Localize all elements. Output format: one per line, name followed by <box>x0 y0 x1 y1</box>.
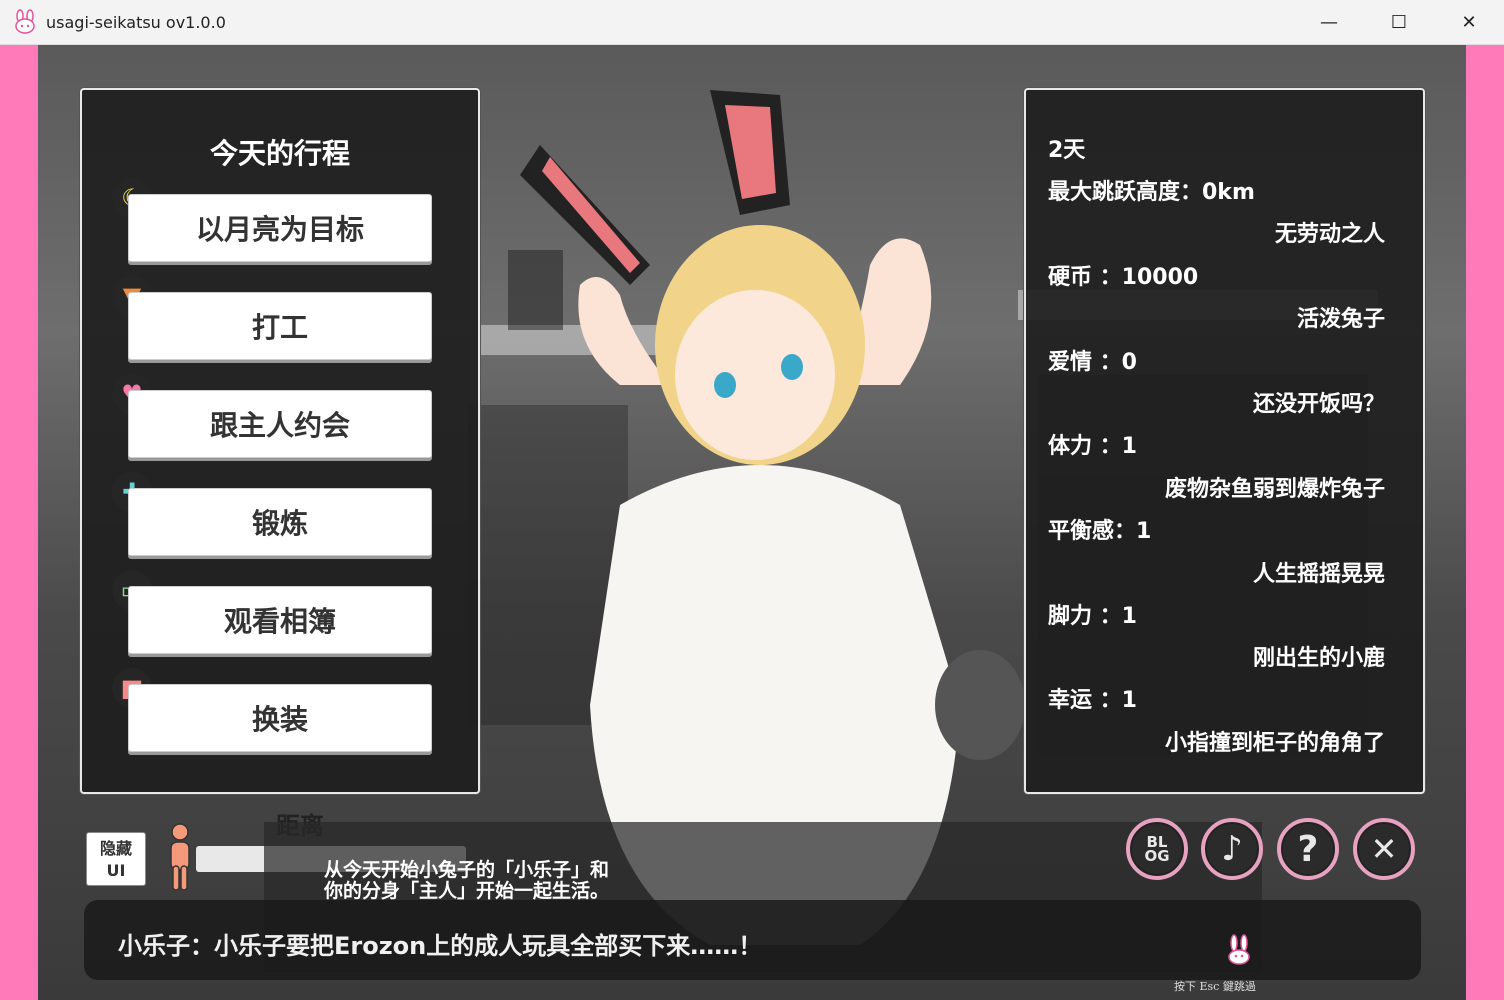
stat-leg-desc: 刚出生的小鹿 <box>1252 646 1385 671</box>
close-game-button[interactable]: ✕ <box>1353 818 1415 880</box>
stat-luck-desc: 小指撞到柜子的角角了 <box>1164 731 1385 756</box>
window-titlebar: usagi-seikatsu ov1.0.0 — ☐ ✕ <box>0 0 1504 45</box>
question-icon: ? <box>1297 828 1319 870</box>
music-button[interactable]: ♪ <box>1201 818 1263 880</box>
action-date-master-button[interactable]: 跟主人约会 <box>128 390 432 458</box>
action-aim-moon-button[interactable]: 以月亮为目标 <box>128 194 432 262</box>
stat-balance-desc: 人生摇摇晃晃 <box>1252 562 1385 587</box>
action-part-time-job-button[interactable]: 打工 <box>128 292 432 360</box>
action-change-outfit-button[interactable]: 换装 <box>128 684 432 752</box>
help-button[interactable]: ? <box>1277 818 1339 880</box>
skip-hint: 按下 Esc 鍵跳過 <box>1174 980 1256 993</box>
stat-luck: 幸运 ：1 <box>1048 688 1137 713</box>
stat-coins: 硬币 ：10000 <box>1048 265 1199 290</box>
minimize-button[interactable]: — <box>1294 0 1364 45</box>
maximize-button[interactable]: ☐ <box>1364 0 1434 45</box>
stat-max-jump-desc: 无劳动之人 <box>1274 222 1385 247</box>
blog-button[interactable]: BL OG <box>1126 818 1188 880</box>
person-icon <box>170 823 190 891</box>
stat-stamina: 体力 ：1 <box>1048 434 1137 459</box>
hide-ui-label: 隐藏 <box>99 839 132 858</box>
rabbit-advance-icon <box>1228 934 1250 965</box>
music-note-icon: ♪ <box>1221 829 1243 869</box>
day-counter: 2天 <box>1048 138 1086 163</box>
action-view-album-button[interactable]: 观看相簿 <box>128 586 432 654</box>
stat-coins-desc: 活泼兔子 <box>1296 307 1385 332</box>
stats-panel: 2天 最大跳跃高度：0km 无劳动之人 硬币 ：10000 活泼兔子 爱情 ：0… <box>1024 88 1425 794</box>
schedule-panel: 今天的行程 ☾ 以月亮为目标 ▼ 打工 ♥ 跟主人约会 ✚ 锻炼 ▭ 观看相簿 … <box>80 88 480 794</box>
action-exercise-button[interactable]: 锻炼 <box>128 488 432 556</box>
close-window-button[interactable]: ✕ <box>1434 0 1504 45</box>
stat-balance: 平衡感：1 <box>1048 519 1152 544</box>
game-viewport: 今天的行程 ☾ 以月亮为目标 ▼ 打工 ♥ 跟主人约会 ✚ 锻炼 ▭ 观看相簿 … <box>0 45 1504 1000</box>
hide-ui-label-ui: UI <box>106 861 126 880</box>
intro-text: 从今天开始小兔子的「小乐子」和 你的分身「主人」开始一起生活。 <box>324 859 610 902</box>
window-title: usagi-seikatsu ov1.0.0 <box>46 12 226 32</box>
dialog-text: 小乐子：小乐子要把Erozon上的成人玩具全部买下来……！ <box>118 932 763 960</box>
stat-love-desc: 还没开饭吗？ <box>1252 392 1385 417</box>
blog-label: BL OG <box>1144 833 1170 865</box>
stat-max-jump: 最大跳跃高度：0km <box>1048 180 1255 205</box>
hide-ui-button[interactable]: 隐藏 UI <box>86 832 146 886</box>
dialog-box[interactable]: 小乐子：小乐子要把Erozon上的成人玩具全部买下来……！ <box>84 900 1421 980</box>
stat-love: 爱情 ：0 <box>1048 350 1137 375</box>
stat-leg: 脚力 ：1 <box>1048 604 1137 629</box>
rabbit-app-icon <box>15 9 35 34</box>
stat-stamina-desc: 废物杂鱼弱到爆炸兔子 <box>1164 477 1385 502</box>
close-icon: ✕ <box>1370 830 1398 868</box>
schedule-title: 今天的行程 <box>209 137 350 170</box>
